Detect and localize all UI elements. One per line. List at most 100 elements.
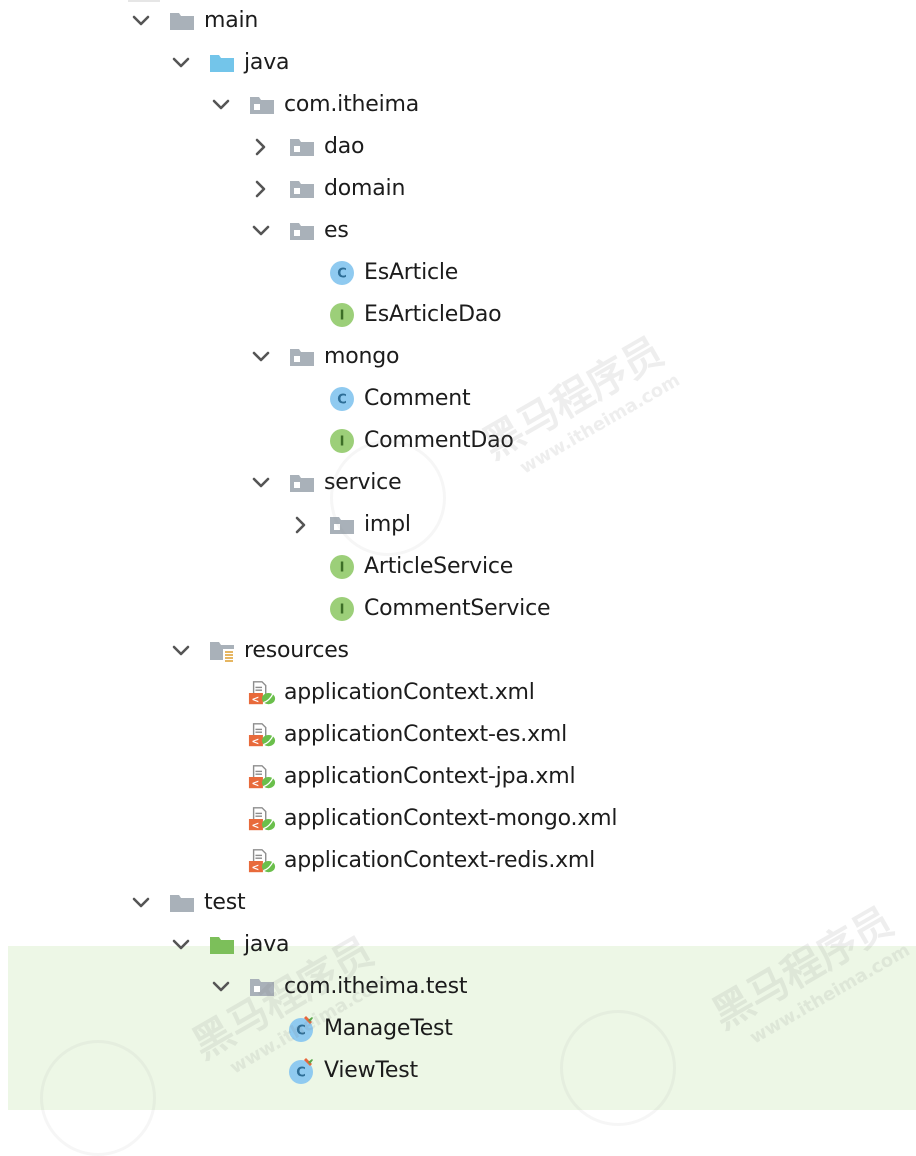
- tree-node-dao[interactable]: dao: [0, 126, 916, 168]
- tree-node-label: ManageTest: [324, 1016, 453, 1041]
- tree-node-label: domain: [324, 176, 406, 201]
- tree-node-articleservice[interactable]: I ArticleService: [0, 546, 916, 588]
- tree-node-managetest[interactable]: C ManageTest: [0, 1008, 916, 1050]
- spring-xml-icon: <: [248, 723, 276, 747]
- chevron-down-icon[interactable]: [128, 0, 154, 42]
- interface-icon: I: [328, 429, 356, 453]
- tree-node-label: dao: [324, 134, 365, 159]
- spring-xml-icon: <: [248, 681, 276, 705]
- folder-test-green-icon: [208, 933, 236, 957]
- class-icon: C: [328, 387, 356, 411]
- tree-node-main[interactable]: main: [0, 0, 916, 42]
- svg-text:C: C: [337, 267, 347, 282]
- interface-icon: I: [328, 597, 356, 621]
- tree-node-resources[interactable]: resources: [0, 630, 916, 672]
- tree-node-label: resources: [244, 638, 349, 663]
- svg-text:I: I: [340, 435, 345, 450]
- test-class-icon: C: [288, 1058, 316, 1084]
- tree-node-label: Comment: [364, 386, 471, 411]
- tree-node-com-itheima[interactable]: com.itheima: [0, 84, 916, 126]
- svg-text:<: <: [252, 694, 260, 705]
- chevron-right-icon[interactable]: [248, 168, 274, 210]
- tree-node-label: java: [244, 932, 290, 957]
- chevron-right-icon[interactable]: [248, 126, 274, 168]
- tree-node-viewtest[interactable]: C ViewTest: [0, 1050, 916, 1092]
- package-icon: [288, 471, 316, 495]
- tree-node-label: java: [244, 50, 290, 75]
- spring-xml-icon: <: [248, 765, 276, 789]
- chevron-down-icon[interactable]: [168, 630, 194, 672]
- svg-text:<: <: [252, 736, 260, 747]
- tree-node-label: es: [324, 218, 349, 243]
- tree-node-label: main: [204, 8, 259, 33]
- folder-gray-icon: [168, 9, 196, 33]
- tree-node-label: applicationContext-es.xml: [284, 722, 568, 747]
- chevron-down-icon[interactable]: [168, 42, 194, 84]
- package-icon: [248, 93, 276, 117]
- tree-node-impl[interactable]: impl: [0, 504, 916, 546]
- tree-node-commentdao[interactable]: I CommentDao: [0, 420, 916, 462]
- tree-node-test[interactable]: test: [0, 882, 916, 924]
- tree-node-commentservice[interactable]: I CommentService: [0, 588, 916, 630]
- tree-node-label: ViewTest: [324, 1058, 418, 1083]
- package-icon: [328, 513, 356, 537]
- tree-node-es[interactable]: es: [0, 210, 916, 252]
- chevron-right-icon[interactable]: [288, 504, 314, 546]
- tree-node-esarticledao[interactable]: I EsArticleDao: [0, 294, 916, 336]
- svg-text:<: <: [252, 778, 260, 789]
- chevron-down-icon[interactable]: [208, 966, 234, 1008]
- package-icon: [288, 219, 316, 243]
- interface-icon: I: [328, 303, 356, 327]
- folder-gray-icon: [168, 891, 196, 915]
- tree-node-label: EsArticle: [364, 260, 459, 285]
- tree-node-label: applicationContext.xml: [284, 680, 535, 705]
- class-icon: C: [328, 261, 356, 285]
- chevron-down-icon[interactable]: [168, 924, 194, 966]
- test-class-icon: C: [288, 1016, 316, 1042]
- tree-node-label: mongo: [324, 344, 400, 369]
- folder-source-blue-icon: [208, 51, 236, 75]
- tree-node-java[interactable]: java: [0, 924, 916, 966]
- tree-node-esarticle[interactable]: C EsArticle: [0, 252, 916, 294]
- chevron-down-icon[interactable]: [248, 462, 274, 504]
- tree-node-applicationcontext-redis-xml[interactable]: < applicationContext-redis.xml: [0, 840, 916, 882]
- tree-node-mongo[interactable]: mongo: [0, 336, 916, 378]
- tree-node-java[interactable]: java: [0, 42, 916, 84]
- package-icon: [248, 975, 276, 999]
- chevron-down-icon[interactable]: [128, 882, 154, 924]
- svg-text:C: C: [296, 1024, 306, 1039]
- tree-node-label: CommentDao: [364, 428, 514, 453]
- tree-node-label: CommentService: [364, 596, 551, 621]
- tree-node-label: com.itheima.test: [284, 974, 468, 999]
- tree-node-label: applicationContext-mongo.xml: [284, 806, 618, 831]
- svg-text:I: I: [340, 561, 345, 576]
- tree-node-label: impl: [364, 512, 411, 537]
- spring-xml-icon: <: [248, 807, 276, 831]
- tree-node-label: service: [324, 470, 402, 495]
- tree-node-com-itheima-test[interactable]: com.itheima.test: [0, 966, 916, 1008]
- svg-text:C: C: [337, 393, 347, 408]
- chevron-down-icon[interactable]: [248, 336, 274, 378]
- tree-node-service[interactable]: service: [0, 462, 916, 504]
- svg-text:<: <: [252, 820, 260, 831]
- tree-node-applicationcontext-xml[interactable]: < applicationContext.xml: [0, 672, 916, 714]
- chevron-down-icon[interactable]: [208, 84, 234, 126]
- chevron-down-icon[interactable]: [248, 210, 274, 252]
- tree-node-label: EsArticleDao: [364, 302, 502, 327]
- spring-xml-icon: <: [248, 849, 276, 873]
- tree-node-label: com.itheima: [284, 92, 420, 117]
- svg-text:<: <: [252, 862, 260, 873]
- svg-text:I: I: [340, 603, 345, 618]
- folder-resources-icon: [208, 639, 236, 663]
- tree-node-applicationcontext-mongo-xml[interactable]: < applicationContext-mongo.xml: [0, 798, 916, 840]
- tree-node-domain[interactable]: domain: [0, 168, 916, 210]
- project-tree: main java com.itheima dao domain es C EsArticle…: [0, 0, 916, 1156]
- tree-node-applicationcontext-jpa-xml[interactable]: < applicationContext-jpa.xml: [0, 756, 916, 798]
- tree-node-comment[interactable]: C Comment: [0, 378, 916, 420]
- package-icon: [288, 135, 316, 159]
- svg-text:C: C: [296, 1066, 306, 1081]
- tree-node-label: applicationContext-redis.xml: [284, 848, 596, 873]
- tree-node-applicationcontext-es-xml[interactable]: < applicationContext-es.xml: [0, 714, 916, 756]
- interface-icon: I: [328, 555, 356, 579]
- tree-node-label: ArticleService: [364, 554, 514, 579]
